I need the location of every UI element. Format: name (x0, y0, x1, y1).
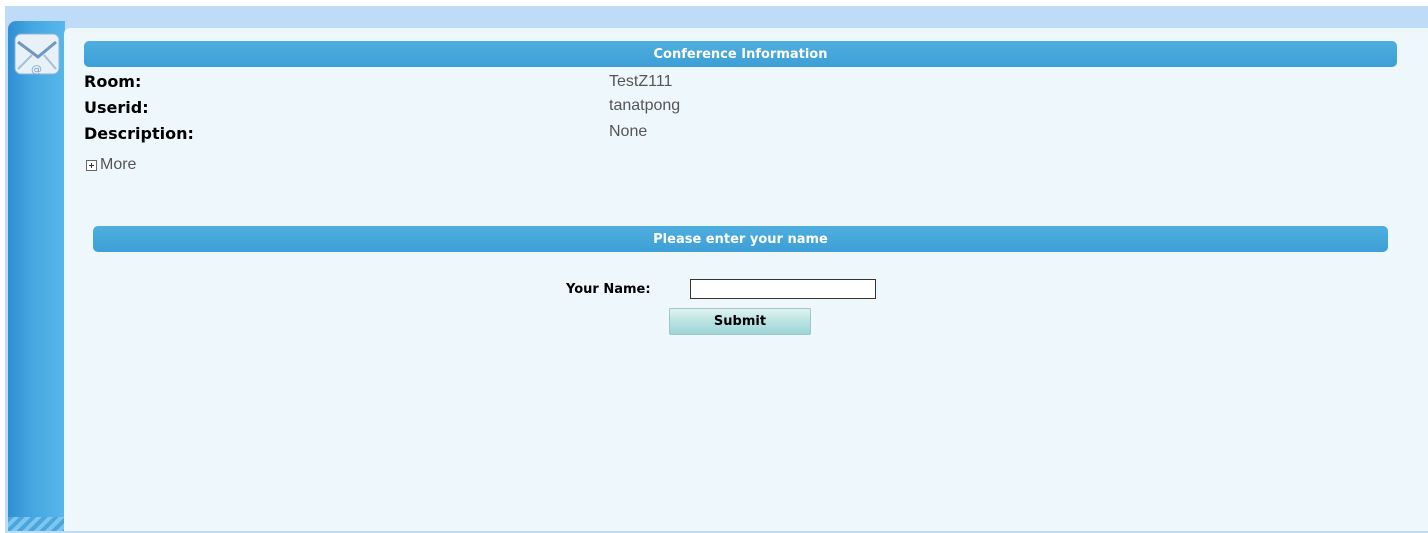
conference-info-header: Conference Information (84, 41, 1397, 67)
side-bar-stripe (8, 517, 65, 531)
side-bar (8, 21, 65, 531)
name-form-header: Please enter your name (93, 226, 1388, 252)
description-value: None (609, 123, 648, 140)
userid-label: Userid: (84, 98, 149, 117)
submit-button[interactable]: Submit (669, 308, 811, 335)
description-label: Description: (84, 124, 194, 143)
your-name-input[interactable] (690, 279, 876, 299)
room-value: TestZ111 (609, 73, 673, 90)
room-label: Room: (84, 72, 142, 91)
plus-box-icon (86, 159, 97, 171)
userid-value: tanatpong (609, 97, 681, 114)
svg-text:@: @ (31, 63, 42, 76)
more-toggle[interactable]: More (86, 156, 136, 174)
mail-icon: @ (14, 33, 60, 76)
more-label: More (100, 156, 137, 173)
your-name-label: Your Name: (566, 282, 651, 297)
